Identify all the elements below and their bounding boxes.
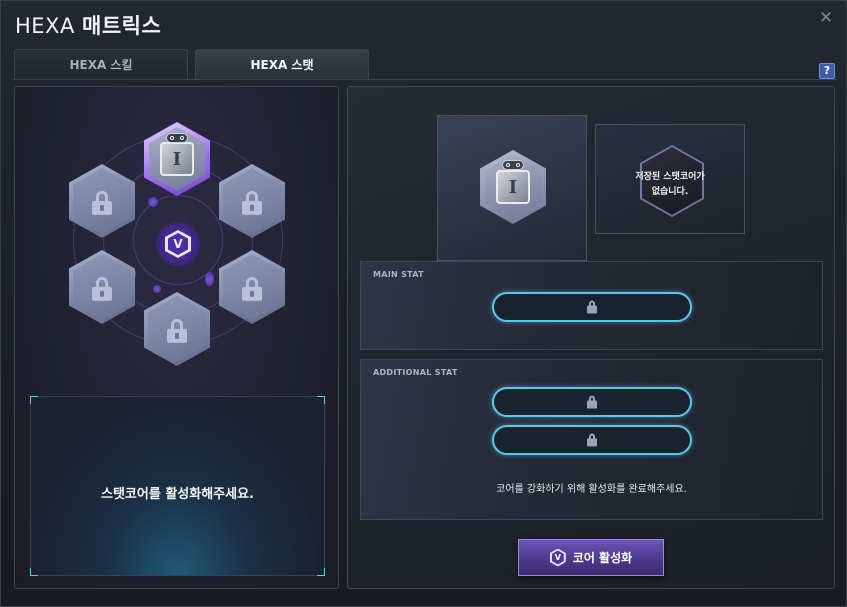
main-stat-title: MAIN STAT xyxy=(373,270,424,279)
additional-stat-slot-2[interactable] xyxy=(492,425,692,455)
lock-icon xyxy=(586,395,598,409)
additional-stat-title: ADDITIONAL STAT xyxy=(373,368,458,377)
lock-icon xyxy=(166,318,188,343)
stat-core-message-box: 스탯코어를 활성화해주세요. xyxy=(30,396,325,576)
hexa-emblem-icon: V xyxy=(156,222,200,266)
window-title: HEXA 매트릭스 xyxy=(15,10,161,40)
lock-icon xyxy=(586,300,598,314)
main-stat-slot[interactable] xyxy=(492,292,692,322)
activate-core-prompt: 스탯코어를 활성화해주세요. xyxy=(101,487,254,502)
lock-icon xyxy=(241,190,263,215)
hex-core-grid: I V xyxy=(15,87,340,387)
core-level-indicator xyxy=(166,133,188,143)
stat-core-icon: I xyxy=(160,142,194,176)
stat-detail-panel: I 저장된 스탯코어가 없습니다. MAIN STAT ADDITIONAL S… xyxy=(347,86,835,589)
core-grid-panel: I V 스탯코어를 활성화해주세요. xyxy=(14,86,339,589)
lock-icon xyxy=(586,433,598,447)
current-core-slot[interactable]: I xyxy=(437,115,587,261)
tab-divider xyxy=(13,79,837,80)
decor-orb xyxy=(153,285,161,293)
close-icon[interactable]: ✕ xyxy=(818,10,834,27)
hexa-matrix-window: HEXA 매트릭스 ✕ HEXA 스킬 HEXA 스탯 ? I V 스탯코어를 … xyxy=(0,0,847,607)
core-activate-label: 코어 활성화 xyxy=(572,551,633,565)
additional-stat-slot-1[interactable] xyxy=(492,387,692,417)
title-main: 매트릭스 xyxy=(82,14,162,38)
decor-orb xyxy=(148,197,158,207)
saved-core-slot[interactable]: 저장된 스탯코어가 없습니다. xyxy=(595,124,745,234)
no-saved-core-text: 저장된 스탯코어가 없습니다. xyxy=(635,172,705,197)
enhance-notice: 코어를 강화하기 위해 활성화를 완료해주세요. xyxy=(496,484,687,495)
main-stat-section: MAIN STAT xyxy=(360,261,823,350)
lock-icon xyxy=(91,190,113,215)
core-activate-button[interactable]: V 코어 활성화 xyxy=(518,539,664,576)
core-level-indicator xyxy=(502,160,524,170)
help-button[interactable]: ? xyxy=(819,63,835,79)
stat-core-icon: I xyxy=(496,170,530,204)
lock-icon xyxy=(241,276,263,301)
hexa-emblem-icon: V xyxy=(549,548,566,567)
decor-orb xyxy=(205,272,214,286)
tab-hexa-stat[interactable]: HEXA 스탯 xyxy=(195,49,369,79)
tab-hexa-skill[interactable]: HEXA 스킬 xyxy=(14,49,188,79)
lock-icon xyxy=(91,276,113,301)
additional-stat-section: ADDITIONAL STAT 코어를 강화하기 위해 활성화를 완료해주세요. xyxy=(360,359,823,520)
title-prefix: HEXA xyxy=(15,14,75,38)
